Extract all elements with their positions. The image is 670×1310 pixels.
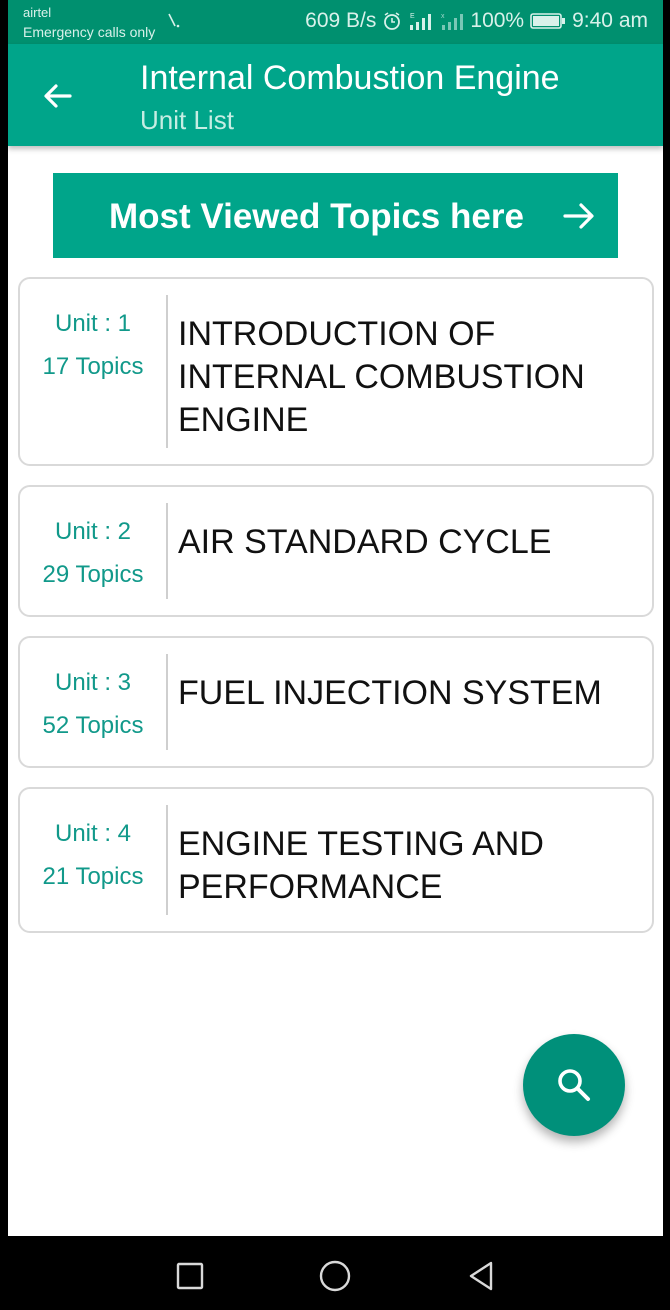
- back-triangle-icon: [469, 1261, 493, 1291]
- status-right-group: 609 B/s E x 100% 9:40 am: [305, 9, 648, 33]
- page-subtitle: Unit List: [140, 105, 234, 135]
- most-viewed-topics-label: Most Viewed Topics here: [109, 197, 524, 236]
- signal-icon: E: [410, 13, 432, 30]
- system-nav-bar: [0, 1236, 670, 1310]
- svg-text:x: x: [441, 13, 445, 20]
- search-fab[interactable]: [523, 1034, 625, 1136]
- recents-square-icon: [176, 1262, 204, 1290]
- unit-number: Unit : 1: [54, 310, 132, 337]
- unit-divider: [166, 503, 168, 599]
- carrier-name: airtel: [23, 5, 52, 20]
- unit-divider: [166, 295, 168, 448]
- arrow-right-icon: [563, 203, 594, 229]
- page-title: Internal Combustion Engine: [140, 59, 560, 97]
- battery-icon: [530, 13, 566, 29]
- unit-topic-count: 29 Topics: [42, 561, 144, 588]
- unit-number: Unit : 2: [54, 518, 132, 545]
- app-screen: airtel Emergency calls only 609 B/s E x: [8, 0, 663, 1310]
- signal-x-icon: x: [441, 13, 464, 30]
- unit-title: ENGINE TESTING AND PERFORMANCE: [178, 825, 544, 906]
- unit-number: Unit : 4: [54, 820, 132, 847]
- back-button[interactable]: [36, 74, 80, 118]
- back-nav-button[interactable]: [461, 1256, 501, 1296]
- net-speed: 609 B/s: [305, 9, 377, 32]
- unit-title: FUEL INJECTION SYSTEM: [178, 674, 602, 712]
- most-viewed-topics-button[interactable]: Most Viewed Topics here: [53, 173, 618, 258]
- unit-topic-count: 52 Topics: [42, 712, 144, 739]
- unit-meta: Unit : 4 21 Topics: [20, 789, 166, 892]
- unit-title: INTRODUCTION OF INTERNAL COMBUSTION ENGI…: [178, 315, 585, 439]
- recents-button[interactable]: [170, 1256, 210, 1296]
- arrow-left-icon: [44, 84, 72, 108]
- usb-debug-icon: [168, 13, 180, 28]
- unit-topic-count: 21 Topics: [42, 863, 144, 890]
- unit-meta: Unit : 1 17 Topics: [20, 279, 166, 382]
- battery-percent: 100%: [470, 9, 525, 32]
- unit-card-1[interactable]: Unit : 1 17 Topics INTRODUCTION OF INTER…: [18, 277, 654, 466]
- home-circle-icon: [319, 1260, 351, 1292]
- status-bar: airtel Emergency calls only 609 B/s E x: [8, 0, 663, 44]
- app-bar: Internal Combustion Engine Unit List: [8, 44, 663, 146]
- alarm-icon: [384, 12, 401, 30]
- home-button[interactable]: [315, 1256, 355, 1296]
- unit-meta: Unit : 2 29 Topics: [20, 487, 166, 590]
- svg-text:E: E: [410, 13, 415, 20]
- unit-topic-count: 17 Topics: [42, 353, 144, 380]
- unit-card-4[interactable]: Unit : 4 21 Topics ENGINE TESTING AND PE…: [18, 787, 654, 933]
- unit-title: AIR STANDARD CYCLE: [178, 523, 552, 561]
- search-icon: [558, 1069, 590, 1101]
- unit-card-2[interactable]: Unit : 2 29 Topics AIR STANDARD CYCLE: [18, 485, 654, 617]
- emergency-text: Emergency calls only: [23, 24, 156, 40]
- clock: 9:40 am: [572, 9, 648, 32]
- unit-meta: Unit : 3 52 Topics: [20, 638, 166, 741]
- unit-number: Unit : 3: [54, 669, 132, 696]
- unit-divider: [166, 654, 168, 750]
- unit-divider: [166, 805, 168, 915]
- unit-card-3[interactable]: Unit : 3 52 Topics FUEL INJECTION SYSTEM: [18, 636, 654, 768]
